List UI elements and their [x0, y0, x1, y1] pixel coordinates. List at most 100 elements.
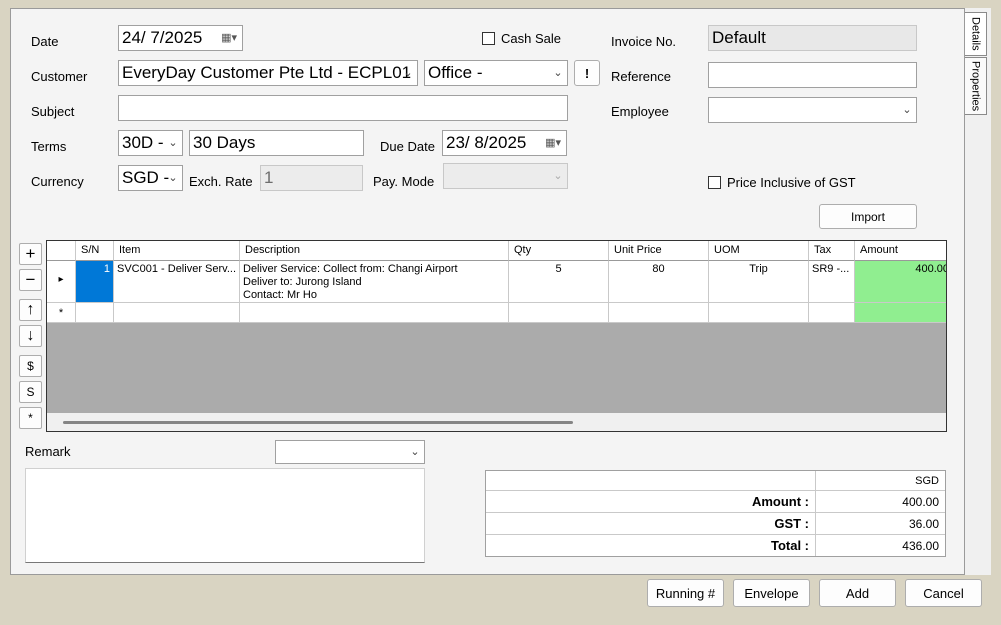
calendar-icon[interactable]: ▦▾	[545, 131, 561, 155]
description-line: Contact: Mr Ho	[243, 289, 317, 301]
new-row-marker[interactable]: *	[47, 303, 76, 323]
new-cell-sn[interactable]	[76, 303, 114, 323]
tab-details-label: Details	[969, 17, 982, 51]
gst-value: 36.00	[908, 516, 939, 531]
employee-select[interactable]: ⌄	[708, 97, 917, 123]
invoice-no-label: Invoice No.	[611, 34, 677, 49]
move-up-button[interactable]: ↑	[19, 299, 42, 321]
chevron-down-icon[interactable]: ⌄	[406, 441, 424, 463]
subject-label: Subject	[31, 104, 75, 119]
customer-alert-button[interactable]: !	[574, 60, 600, 86]
import-button[interactable]: Import	[819, 204, 917, 229]
exch-rate-input[interactable]: 1	[260, 165, 363, 191]
employee-label: Employee	[611, 104, 669, 119]
terms-label: Terms	[31, 139, 67, 154]
minus-icon: −	[25, 270, 36, 289]
cell-description[interactable]: Deliver Service: Collect from: Changi Ai…	[240, 261, 509, 303]
cancel-button[interactable]: Cancel	[905, 579, 982, 607]
new-cell-amount[interactable]	[855, 303, 946, 323]
new-cell-description[interactable]	[240, 303, 509, 323]
currency-value: SGD -	[122, 168, 170, 187]
running-number-button[interactable]: Running #	[647, 579, 724, 607]
cell-item[interactable]: SVC001 - Deliver Serv...	[114, 261, 240, 303]
customer-label: Customer	[31, 69, 88, 84]
subject-input[interactable]	[118, 95, 568, 121]
price-inclusive-checkbox[interactable]	[708, 176, 721, 189]
dollar-icon: $	[27, 359, 34, 373]
pay-mode-select[interactable]: ⌄	[443, 163, 568, 189]
row-selector[interactable]: ▸	[47, 261, 76, 303]
terms-text-value: 30 Days	[193, 133, 256, 152]
cell-amount[interactable]: 400.00	[855, 261, 946, 303]
column-header-sn[interactable]: S/N	[76, 241, 114, 261]
cash-sale-checkbox[interactable]	[482, 32, 495, 45]
remove-row-button[interactable]: −	[19, 269, 42, 291]
item-grid[interactable]: S/N Item Description Qty Unit Price UOM …	[46, 240, 947, 432]
chevron-down-icon[interactable]: ⌄	[164, 166, 182, 190]
invoice-no-value: Default	[712, 28, 766, 47]
tab-details[interactable]: Details	[965, 12, 987, 56]
terms-code-value: 30D -	[122, 133, 164, 152]
price-button[interactable]: $	[19, 355, 42, 377]
customer-select[interactable]: EveryDay Customer Pte Ltd - ECPL01 ⌄	[118, 60, 418, 86]
date-picker[interactable]: 24/ 7/2025 ▦▾	[118, 25, 243, 51]
add-button[interactable]: Add	[819, 579, 896, 607]
invoice-no-field[interactable]: Default	[708, 25, 917, 51]
row-header-corner	[47, 241, 76, 261]
tab-properties[interactable]: Properties	[965, 57, 987, 115]
reference-input[interactable]	[708, 62, 917, 88]
price-inclusive-label: Price Inclusive of GST	[727, 175, 856, 190]
new-cell-qty[interactable]	[509, 303, 609, 323]
total-row: Total : 436.00	[486, 535, 945, 556]
column-header-tax[interactable]: Tax	[809, 241, 855, 261]
chevron-down-icon[interactable]: ⌄	[549, 61, 567, 85]
cash-sale-label: Cash Sale	[501, 31, 561, 46]
new-cell-uom[interactable]	[709, 303, 809, 323]
terms-text-input[interactable]: 30 Days	[189, 130, 364, 156]
arrow-down-icon: ↓	[26, 327, 35, 344]
column-header-unit-price[interactable]: Unit Price	[609, 241, 709, 261]
totals-currency: SGD	[915, 474, 939, 487]
exch-rate-value: 1	[264, 168, 274, 187]
calendar-icon[interactable]: ▦▾	[221, 26, 237, 50]
amount-value: 400.00	[902, 494, 939, 509]
terms-select[interactable]: 30D - ⌄	[118, 130, 183, 156]
due-date-label: Due Date	[380, 139, 435, 154]
envelope-button[interactable]: Envelope	[733, 579, 810, 607]
chevron-down-icon[interactable]: ⌄	[164, 131, 182, 155]
description-line: Deliver Service: Collect from: Changi Ai…	[243, 263, 458, 275]
add-row-button[interactable]: +	[19, 243, 42, 265]
column-header-item[interactable]: Item	[114, 241, 240, 261]
branch-select[interactable]: Office - ⌄	[424, 60, 568, 86]
cell-uom[interactable]: Trip	[709, 261, 809, 303]
arrow-up-icon: ↑	[26, 301, 35, 318]
chevron-down-icon[interactable]: ⌄	[549, 164, 567, 188]
column-header-description[interactable]: Description	[240, 241, 509, 261]
gst-label: GST :	[486, 513, 816, 534]
column-header-uom[interactable]: UOM	[709, 241, 809, 261]
chevron-down-icon[interactable]: ⌄	[898, 98, 916, 122]
currency-label: Currency	[31, 174, 84, 189]
description-line: Deliver to: Jurong Island	[243, 276, 362, 288]
special-row-button[interactable]: *	[19, 407, 42, 429]
amount-row: Amount : 400.00	[486, 491, 945, 513]
column-header-amount[interactable]: Amount	[855, 241, 946, 261]
totals-table: SGD Amount : 400.00 GST : 36.00 Total : …	[485, 470, 946, 557]
horizontal-scrollbar[interactable]	[47, 413, 946, 431]
scrollbar-thumb[interactable]	[63, 421, 573, 424]
new-cell-unit-price[interactable]	[609, 303, 709, 323]
remark-textarea[interactable]	[25, 468, 425, 563]
due-date-picker[interactable]: 23/ 8/2025 ▦▾	[442, 130, 567, 156]
currency-select[interactable]: SGD - ⌄	[118, 165, 183, 191]
cell-qty[interactable]: 5	[509, 261, 609, 303]
new-cell-item[interactable]	[114, 303, 240, 323]
cell-tax[interactable]: SR9 -...	[809, 261, 855, 303]
move-down-button[interactable]: ↓	[19, 325, 42, 347]
chevron-down-icon[interactable]: ⌄	[399, 61, 417, 85]
new-cell-tax[interactable]	[809, 303, 855, 323]
subtotal-button[interactable]: S	[19, 381, 42, 403]
cell-unit-price[interactable]: 80	[609, 261, 709, 303]
remark-template-select[interactable]: ⌄	[275, 440, 425, 464]
column-header-qty[interactable]: Qty	[509, 241, 609, 261]
cell-sn[interactable]: 1	[76, 261, 114, 303]
